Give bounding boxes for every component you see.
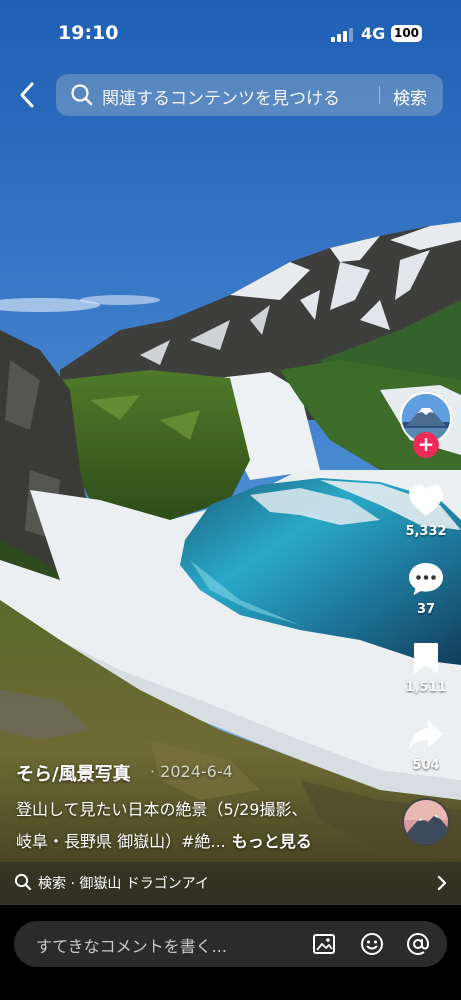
save-button[interactable]: 1,511 [398, 642, 454, 695]
caption-line-1: 登山して見たい日本の絶景（5/29撮影、 [16, 800, 308, 819]
comment-count: 37 [416, 602, 436, 617]
comment-placeholder: すてきなコメントを書く... [36, 937, 227, 956]
search-button[interactable]: 検索 [393, 84, 427, 109]
search-icon [14, 873, 32, 891]
caption-line-2: 岐阜・長野県 御嶽山）#絶... もっと見る [16, 828, 312, 852]
back-button[interactable] [14, 80, 42, 110]
share-arrow-icon [409, 720, 443, 750]
status-bar: 19:10 4G 100 [0, 0, 461, 62]
status-time: 19:10 [58, 22, 119, 44]
network-type: 4G [361, 24, 386, 43]
mountain-disc-image [404, 800, 448, 844]
music-disc[interactable] [402, 798, 450, 846]
post-date: · 2024-6-4 [150, 762, 233, 781]
image-icon[interactable] [312, 932, 336, 956]
battery-icon: 100 [391, 25, 422, 42]
comment-button[interactable]: 37 [398, 562, 454, 617]
signal-icon [331, 28, 353, 42]
at-sign-icon[interactable] [406, 932, 430, 956]
chevron-left-icon [20, 82, 34, 108]
like-button[interactable]: 5,332 [398, 484, 454, 539]
search-divider [379, 86, 380, 104]
bottom-bar: すてきなコメントを書く... [0, 905, 461, 1000]
author-name[interactable]: そら/風景写真 [16, 760, 131, 786]
more-button[interactable]: もっと見る [232, 832, 312, 851]
related-search-text: 検索 · 御嶽山 ドラゴンアイ [38, 876, 210, 892]
heart-icon [409, 485, 443, 516]
emoji-icon[interactable] [360, 932, 384, 956]
caption-line-2-text: 岐阜・長野県 御嶽山）#絶... [16, 832, 226, 851]
related-search-bar[interactable]: 検索 · 御嶽山 ドラゴンアイ [0, 862, 461, 904]
like-count: 5,332 [405, 524, 447, 539]
search-icon [71, 84, 93, 106]
comment-bubble-icon [409, 563, 443, 595]
share-button[interactable]: 504 [398, 718, 454, 773]
follow-button[interactable]: + [413, 432, 439, 458]
chevron-right-icon [437, 875, 447, 891]
comment-input[interactable]: すてきなコメントを書く... [14, 921, 447, 967]
share-count: 504 [412, 758, 440, 773]
search-bar[interactable]: 関連するコンテンツを見つける 検索 [56, 74, 443, 116]
search-input[interactable]: 関連するコンテンツを見つける [102, 84, 340, 109]
save-count: 1,511 [405, 680, 447, 695]
bookmark-icon [414, 643, 438, 673]
